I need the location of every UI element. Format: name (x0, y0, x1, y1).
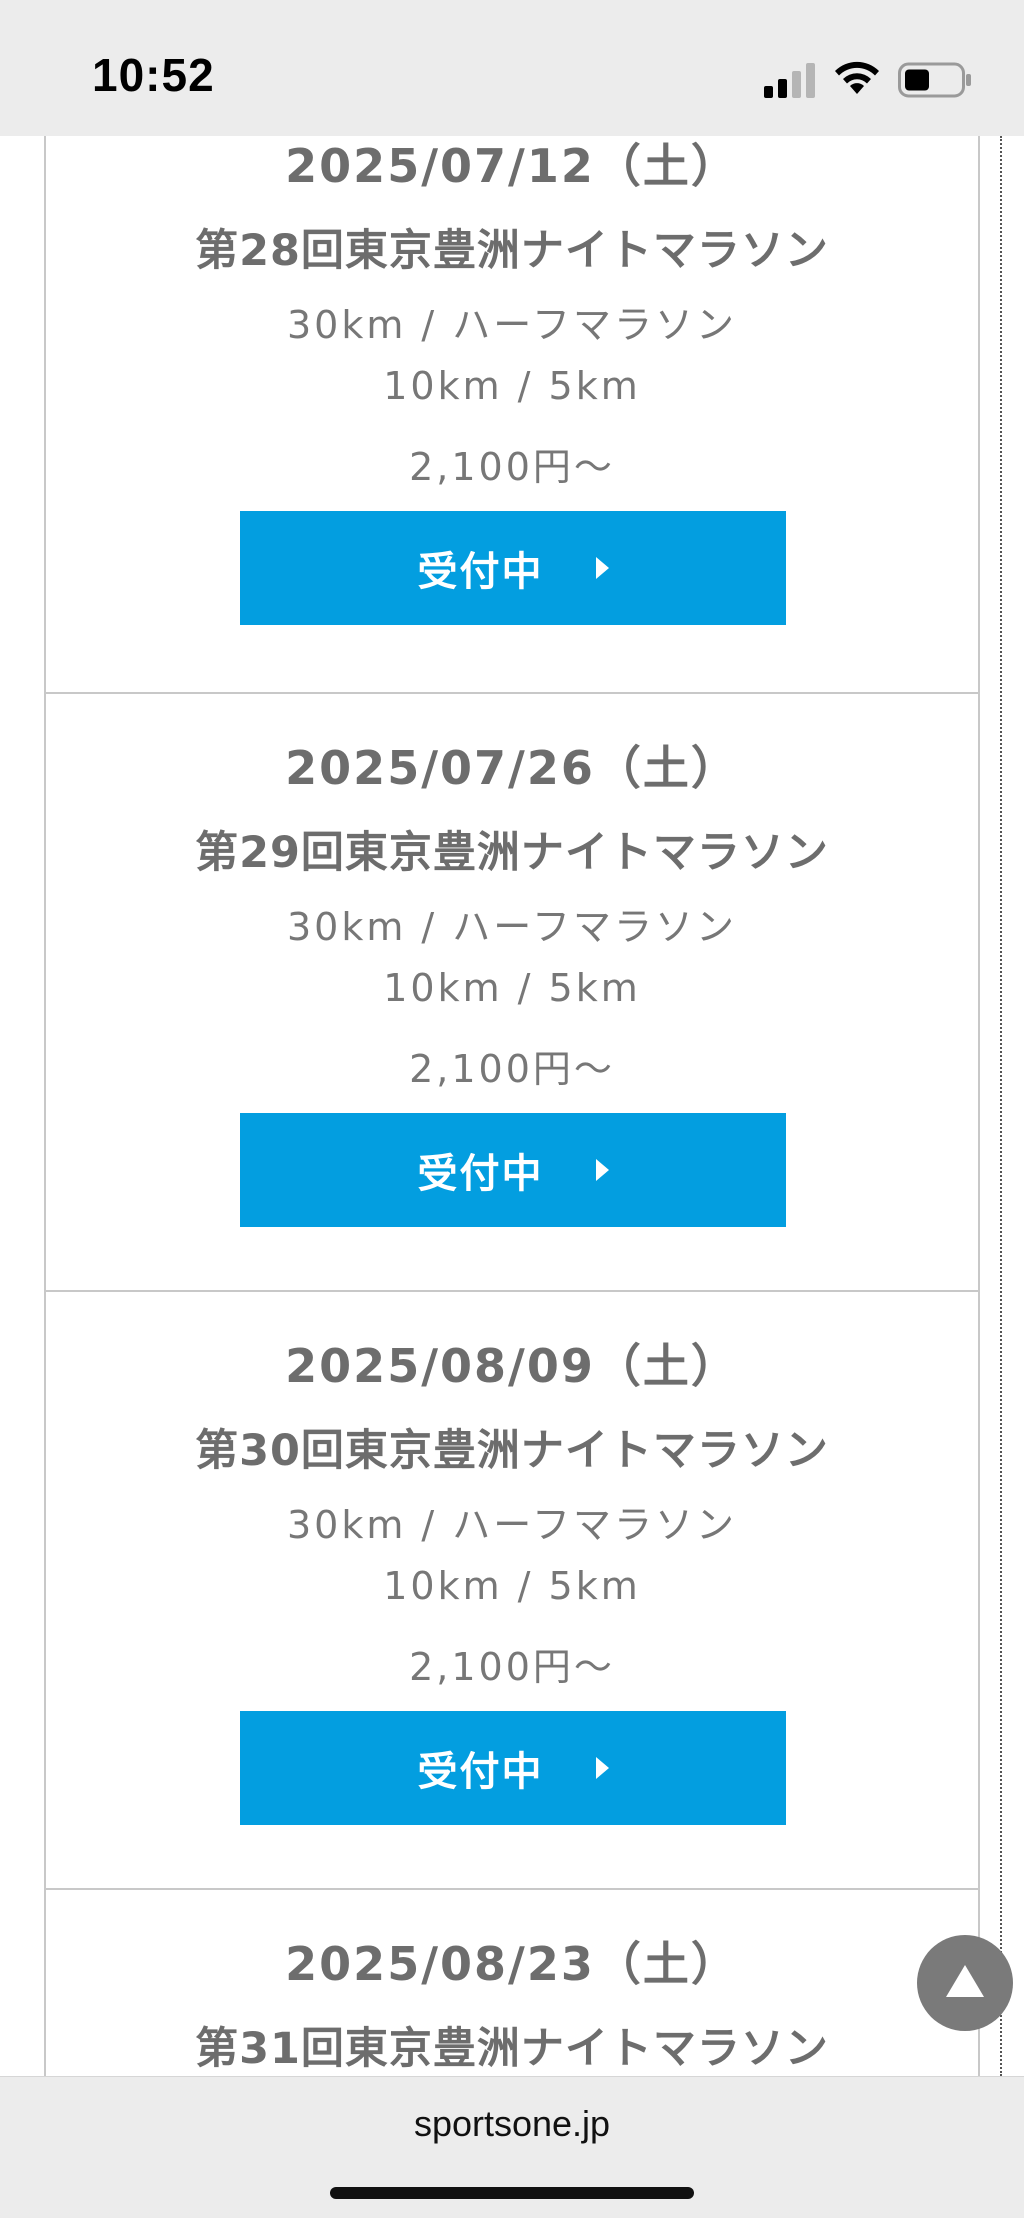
event-distances: 10km / 5km (383, 1564, 641, 1608)
scroll-to-top-button[interactable] (917, 1935, 1013, 2031)
event-card: 2025/08/09（土） 第30回東京豊洲ナイトマラソン 30km / ハーフ… (44, 1292, 980, 1890)
url-bar[interactable]: sportsone.jp (0, 2076, 1024, 2218)
event-distances: 10km / 5km (383, 364, 641, 408)
event-distances: 10km / 5km (383, 966, 641, 1010)
status-bar: 10:52 (0, 0, 1024, 136)
caret-right-icon (595, 557, 609, 579)
event-price: 2,100円～ (409, 445, 615, 489)
event-list-page[interactable]: 2025/07/12（土） 第28回東京豊洲ナイトマラソン 30km / ハーフ… (0, 136, 1024, 2076)
entry-open-button[interactable]: 受付中 (240, 1711, 786, 1825)
event-title: 第29回東京豊洲ナイトマラソン (195, 828, 829, 878)
event-title: 第28回東京豊洲ナイトマラソン (195, 226, 829, 276)
entry-open-button[interactable]: 受付中 (240, 511, 786, 625)
event-title: 第31回東京豊洲ナイトマラソン (195, 2024, 829, 2074)
caret-right-icon (595, 1757, 609, 1779)
home-indicator[interactable] (330, 2187, 694, 2199)
cellular-signal-icon (764, 63, 815, 98)
status-time: 10:52 (92, 49, 215, 101)
entry-button-label: 受付中 (417, 549, 544, 595)
entry-button-label: 受付中 (417, 1749, 544, 1795)
battery-icon (898, 62, 971, 98)
event-distances: 30km / ハーフマラソン (286, 1503, 738, 1547)
event-price: 2,100円～ (409, 1047, 615, 1091)
event-date: 2025/08/09（土） (285, 1339, 739, 1393)
event-price: 2,100円～ (409, 1645, 615, 1689)
caret-right-icon (595, 1159, 609, 1181)
event-date: 2025/07/26（土） (285, 741, 739, 795)
event-card: 2025/08/23（土） 第31回東京豊洲ナイトマラソン (44, 1890, 980, 2076)
event-date: 2025/07/12（土） (285, 139, 739, 193)
event-date: 2025/08/23（土） (285, 1937, 739, 1991)
scroll-track (1000, 136, 1002, 2076)
event-distances: 30km / ハーフマラソン (286, 303, 738, 347)
url-domain[interactable]: sportsone.jp (0, 2103, 1024, 2145)
entry-button-label: 受付中 (417, 1151, 544, 1197)
triangle-up-icon (946, 1965, 984, 1997)
entry-open-button[interactable]: 受付中 (240, 1113, 786, 1227)
event-card: 2025/07/12（土） 第28回東京豊洲ナイトマラソン 30km / ハーフ… (44, 136, 980, 694)
event-title: 第30回東京豊洲ナイトマラソン (195, 1426, 829, 1476)
event-card: 2025/07/26（土） 第29回東京豊洲ナイトマラソン 30km / ハーフ… (44, 694, 980, 1292)
event-distances: 30km / ハーフマラソン (286, 905, 738, 949)
wifi-icon (835, 61, 879, 94)
